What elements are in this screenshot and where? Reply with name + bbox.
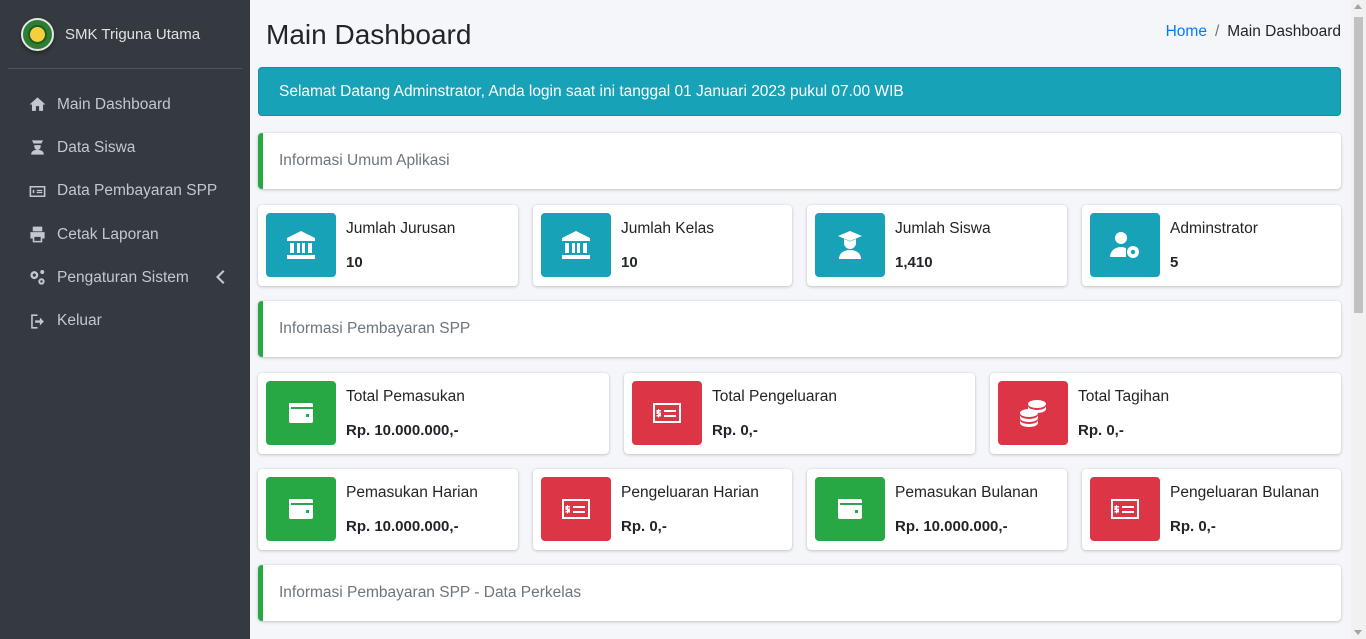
info-box-pengeluaran-bulanan: Pengeluaran Bulanan Rp. 0,- bbox=[1082, 469, 1341, 550]
section-title: Informasi Pembayaran SPP bbox=[279, 320, 471, 337]
info-box-pemasukan-bulanan: Pemasukan Bulanan Rp. 10.000.000,- bbox=[807, 469, 1067, 550]
info-box-jumlah-siswa: Jumlah Siswa 1,410 bbox=[807, 205, 1067, 286]
content-wrapper: Main Dashboard Home / Main Dashboard Sel… bbox=[250, 0, 1351, 639]
info-box-value: Rp. 10.000.000,- bbox=[346, 518, 459, 535]
sidebar: SMK Triguna Utama Main Dashboard Data Si… bbox=[0, 0, 250, 639]
info-box-value: 10 bbox=[346, 254, 363, 271]
student-icon bbox=[26, 137, 48, 159]
breadcrumb-current: Main Dashboard bbox=[1227, 23, 1341, 40]
welcome-alert-text: Selamat Datang Adminstrator, Anda login … bbox=[279, 82, 904, 100]
page-scrollbar[interactable] bbox=[1351, 0, 1366, 639]
section-header-perkelas: Informasi Pembayaran SPP - Data Perkelas bbox=[258, 565, 1341, 621]
info-box-value: Rp. 0,- bbox=[621, 518, 667, 535]
info-box-value: Rp. 0,- bbox=[1078, 422, 1124, 439]
coins-icon bbox=[998, 381, 1068, 445]
university-icon bbox=[266, 213, 336, 277]
wallet-icon bbox=[266, 381, 336, 445]
users-cog-icon bbox=[1090, 213, 1160, 277]
info-box-label: Total Pengeluaran bbox=[712, 388, 837, 405]
sidebar-item-pengaturan-sistem[interactable]: Pengaturan Sistem bbox=[0, 256, 250, 299]
info-box-label: Pengeluaran Bulanan bbox=[1170, 484, 1320, 501]
sidebar-item-label: Pengaturan Sistem bbox=[57, 268, 189, 286]
sidebar-item-data-siswa[interactable]: Data Siswa bbox=[0, 126, 250, 169]
sidebar-item-main-dashboard[interactable]: Main Dashboard bbox=[0, 83, 250, 126]
info-box-value: Rp. 0,- bbox=[1170, 518, 1216, 535]
section-header-spp: Informasi Pembayaran SPP bbox=[258, 301, 1341, 357]
section-title: Informasi Umum Aplikasi bbox=[279, 152, 450, 169]
info-box-jumlah-jurusan: Jumlah Jurusan 10 bbox=[258, 205, 518, 286]
print-icon bbox=[26, 224, 48, 246]
chevron-left-icon bbox=[214, 269, 226, 285]
money-check-icon bbox=[632, 381, 702, 445]
breadcrumb: Home / Main Dashboard bbox=[1166, 23, 1341, 41]
scrollbar-thumb[interactable] bbox=[1354, 17, 1363, 313]
info-box-label: Pemasukan Bulanan bbox=[895, 484, 1039, 501]
info-box-value: Rp. 0,- bbox=[712, 422, 758, 439]
scroll-up-arrow-icon[interactable] bbox=[1354, 4, 1362, 9]
user-graduate-icon bbox=[815, 213, 885, 277]
info-box-label: Pemasukan Harian bbox=[346, 484, 478, 501]
info-box-label: Total Pemasukan bbox=[346, 388, 465, 405]
info-box-total-tagihan: Total Tagihan Rp. 0,- bbox=[990, 373, 1341, 454]
info-box-label: Pengeluaran Harian bbox=[621, 484, 759, 501]
sidebar-item-data-pembayaran-spp[interactable]: Data Pembayaran SPP bbox=[0, 170, 250, 213]
sidebar-item-label: Main Dashboard bbox=[57, 95, 171, 113]
section-header-umum: Informasi Umum Aplikasi bbox=[258, 133, 1341, 189]
info-box-label: Jumlah Kelas bbox=[621, 220, 715, 237]
cogs-icon bbox=[26, 267, 48, 289]
sidebar-item-label: Data Pembayaran SPP bbox=[57, 182, 218, 200]
sidebar-item-label: Data Siswa bbox=[57, 138, 136, 156]
wallet-icon bbox=[815, 477, 885, 541]
wallet-icon bbox=[266, 477, 336, 541]
welcome-alert: Selamat Datang Adminstrator, Anda login … bbox=[258, 67, 1341, 116]
money-bill-icon bbox=[26, 180, 48, 202]
info-box-value: Rp. 10.000.000,- bbox=[346, 422, 459, 439]
university-icon bbox=[541, 213, 611, 277]
info-box-pengeluaran-harian: Pengeluaran Harian Rp. 0,- bbox=[533, 469, 792, 550]
sidebar-item-label: Cetak Laporan bbox=[57, 225, 159, 243]
money-check-icon bbox=[541, 477, 611, 541]
breadcrumb-home-link[interactable]: Home bbox=[1166, 23, 1207, 41]
info-box-label: Jumlah Siswa bbox=[895, 220, 991, 237]
money-check-icon bbox=[1090, 477, 1160, 541]
brand-name: SMK Triguna Utama bbox=[65, 25, 201, 43]
sign-out-icon bbox=[26, 310, 48, 332]
info-box-total-pengeluaran: Total Pengeluaran Rp. 0,- bbox=[624, 373, 975, 454]
sidebar-item-keluar[interactable]: Keluar bbox=[0, 299, 250, 342]
page-title: Main Dashboard bbox=[266, 19, 472, 50]
home-icon bbox=[26, 94, 48, 116]
section-title: Informasi Pembayaran SPP - Data Perkelas bbox=[279, 584, 582, 601]
info-box-value: 5 bbox=[1170, 254, 1179, 271]
info-box-label: Adminstrator bbox=[1170, 220, 1258, 237]
breadcrumb-separator: / bbox=[1214, 23, 1220, 40]
info-box-label: Total Tagihan bbox=[1078, 388, 1170, 405]
info-box-value: 1,410 bbox=[895, 254, 933, 271]
info-box-label: Jumlah Jurusan bbox=[346, 220, 456, 237]
info-box-pemasukan-harian: Pemasukan Harian Rp. 10.000.000,- bbox=[258, 469, 518, 550]
info-box-adminstrator: Adminstrator 5 bbox=[1082, 205, 1341, 286]
sidebar-item-label: Keluar bbox=[57, 312, 102, 330]
sidebar-item-cetak-laporan[interactable]: Cetak Laporan bbox=[0, 213, 250, 256]
scroll-down-arrow-icon[interactable] bbox=[1354, 630, 1362, 635]
info-box-value: 10 bbox=[621, 254, 638, 271]
info-box-total-pemasukan: Total Pemasukan Rp. 10.000.000,- bbox=[258, 373, 609, 454]
school-logo-icon bbox=[21, 17, 54, 51]
brand-link[interactable]: SMK Triguna Utama bbox=[8, 0, 242, 69]
sidebar-nav: Main Dashboard Data Siswa Data Pembayara… bbox=[0, 83, 250, 343]
info-box-jumlah-kelas: Jumlah Kelas 10 bbox=[533, 205, 792, 286]
info-box-value: Rp. 10.000.000,- bbox=[895, 518, 1008, 535]
